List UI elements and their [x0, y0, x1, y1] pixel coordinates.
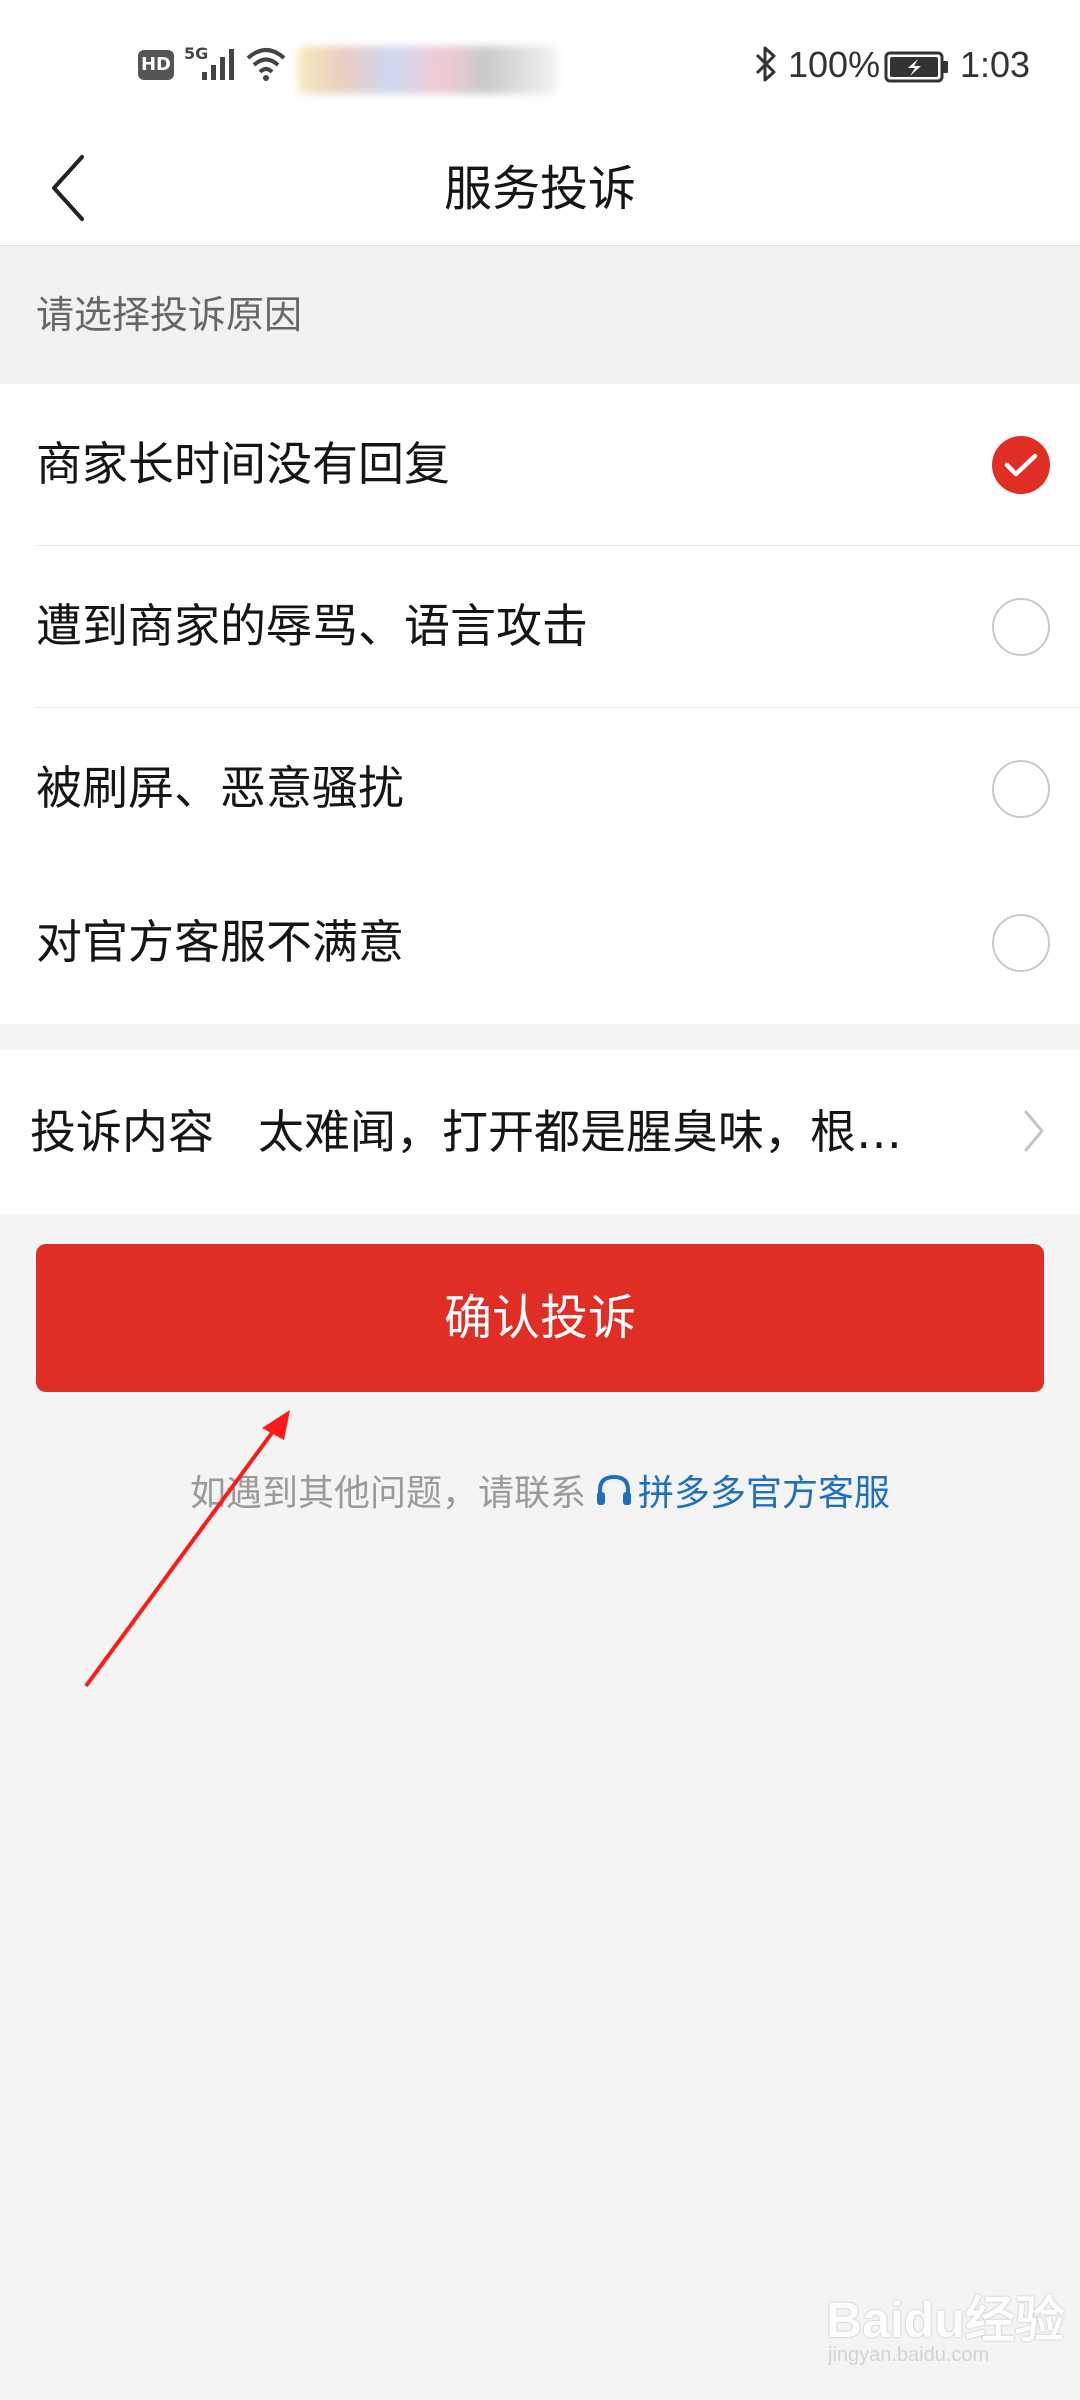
radio-unchecked[interactable]	[992, 760, 1050, 818]
complaint-content-label: 投诉内容	[30, 1105, 214, 1159]
reason-label: 商家长时间没有回复	[36, 437, 450, 491]
chevron-left-icon	[52, 155, 84, 221]
reason-label: 对官方客服不满意	[36, 915, 404, 969]
watermark-url: jingyan.baidu.com	[828, 2344, 990, 2366]
page-title: 服务投诉	[443, 161, 636, 217]
status-bar: HD 5G 100% 1:03	[0, 0, 1080, 132]
help-text: 如遇到其他问题，请联系 拼多多官方客服	[0, 1464, 1080, 1524]
blurred-notification-icons	[298, 46, 558, 94]
reason-list: 商家长时间没有回复 遭到商家的辱骂、语言攻击 被刷屏、恶意骚扰 对官方客服不满意	[0, 384, 1080, 1024]
clock: 1:03	[960, 44, 1031, 85]
complaint-content-row[interactable]: 投诉内容 太难闻，打开都是腥臭味，根…	[0, 1050, 1080, 1214]
section-header-label: 请选择投诉原因	[36, 293, 303, 337]
reason-option-abuse[interactable]: 遭到商家的辱骂、语言攻击	[0, 546, 1080, 708]
baidu-jingyan-watermark: Baidu经验 jingyan.baidu.com	[826, 2280, 1066, 2380]
wifi-icon	[246, 48, 286, 81]
reason-option-no-reply[interactable]: 商家长时间没有回复	[0, 384, 1080, 546]
reason-label: 遭到商家的辱骂、语言攻击	[36, 599, 588, 653]
chevron-right-icon	[1024, 1110, 1044, 1152]
battery-percent: 100%	[788, 44, 881, 85]
official-customer-service-link[interactable]: 拼多多官方客服	[638, 1473, 890, 1514]
headset-icon[interactable]	[594, 1472, 634, 1512]
hd-badge: HD	[138, 50, 174, 80]
radio-checked[interactable]	[992, 436, 1050, 494]
help-prefix: 如遇到其他问题，请联系	[189, 1473, 586, 1514]
nav-bar: 服务投诉	[0, 132, 1080, 246]
reason-label: 被刷屏、恶意骚扰	[36, 761, 404, 815]
checkmark-icon	[1004, 453, 1038, 477]
battery-charging-icon	[884, 51, 948, 83]
complaint-content-value: 太难闻，打开都是腥臭味，根…	[258, 1105, 902, 1159]
radio-unchecked[interactable]	[992, 914, 1050, 972]
signal-icon	[202, 49, 234, 80]
radio-unchecked[interactable]	[992, 598, 1050, 656]
confirm-complaint-button[interactable]: 确认投诉	[36, 1244, 1044, 1392]
reason-option-official-service[interactable]: 对官方客服不满意	[0, 862, 1080, 1024]
bluetooth-icon	[755, 46, 776, 82]
reason-option-harassment[interactable]: 被刷屏、恶意骚扰	[0, 708, 1080, 870]
back-button[interactable]	[28, 140, 108, 236]
reason-section-header: 请选择投诉原因	[0, 246, 1080, 384]
watermark-logo: Baidu经验	[826, 2292, 1065, 2348]
